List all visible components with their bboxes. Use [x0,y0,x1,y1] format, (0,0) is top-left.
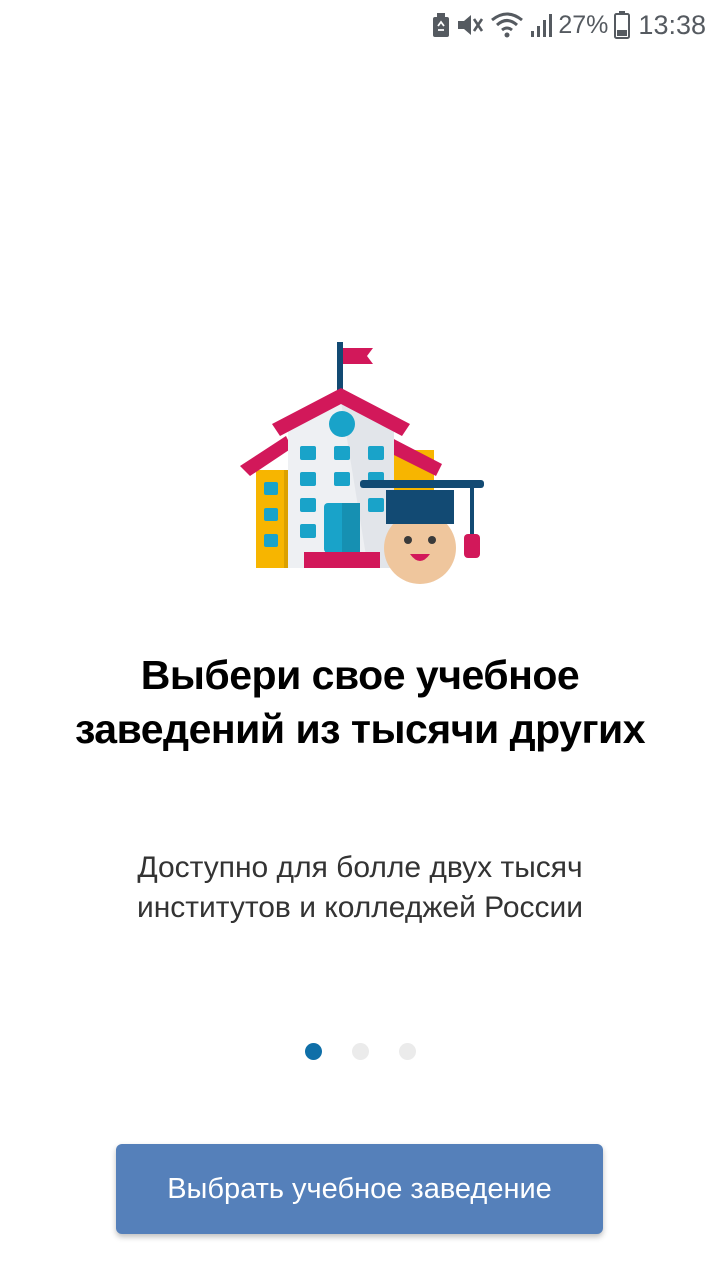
mute-icon [458,15,484,35]
signal-icon [531,14,553,37]
onboarding-title: Выбери свое учебное заведений из тысячи … [74,652,646,752]
wifi-icon [491,12,524,38]
battery-percent: 27% [558,10,609,39]
page-dot-3[interactable] [398,1043,416,1060]
trash-icon [433,13,450,37]
status-icons: 27% 13:38 [432,6,706,44]
onboarding-screen: 27% 13:38 Выбери свое учебное заведений … [0,0,720,1280]
choose-institution-button[interactable]: Выбрать учебное заведение [116,1144,603,1234]
page-indicator [0,1043,720,1060]
status-bar: 27% 13:38 [0,0,720,50]
flag [343,348,373,364]
battery-icon [614,11,631,39]
page-dot-1[interactable] [304,1043,322,1060]
page-dot-2[interactable] [351,1043,369,1060]
clock: 13:38 [638,9,706,40]
onboarding-subtitle: Доступно для болле двух тысяч институтов… [136,851,584,924]
graduation-cap [360,480,484,488]
school-with-graduate-icon [240,342,484,584]
flag-pole [337,342,343,390]
